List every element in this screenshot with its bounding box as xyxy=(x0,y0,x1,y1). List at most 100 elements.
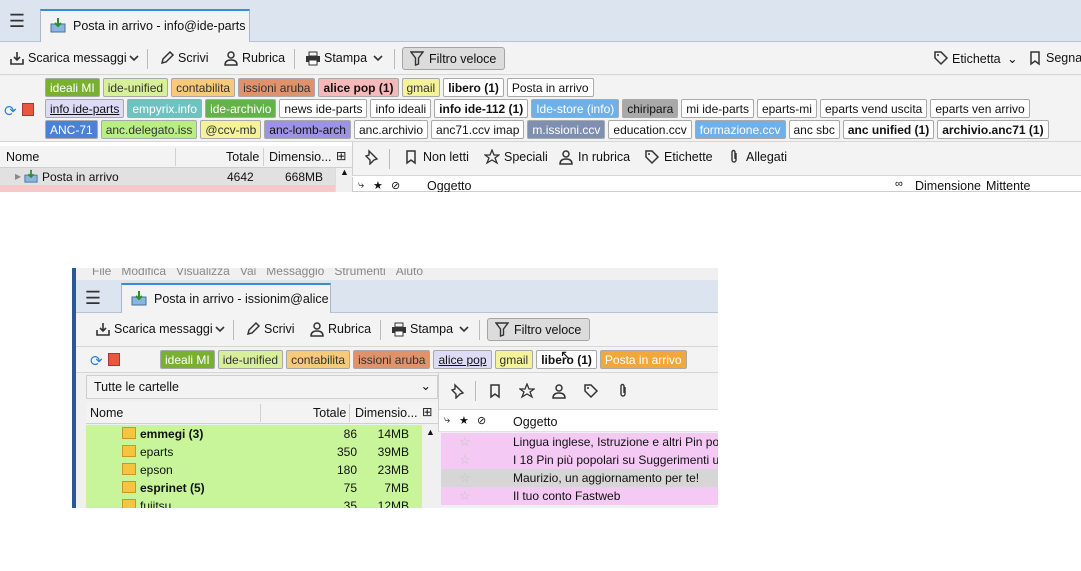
qf-sticky-button[interactable] xyxy=(361,147,383,169)
contact-icon[interactable] xyxy=(551,383,567,399)
tag-button[interactable]: eparts-mi xyxy=(756,99,817,118)
quick-filter-button[interactable]: Filtro veloce xyxy=(402,47,506,70)
tag-button[interactable]: ANC-71 xyxy=(45,120,98,139)
tag-button[interactable]: contabilita xyxy=(286,350,351,369)
paperclip-icon[interactable] xyxy=(615,383,631,399)
tag-button[interactable]: issioni aruba xyxy=(353,350,431,369)
menu-item[interactable]: Messaggio xyxy=(266,268,324,278)
attach-col-icon[interactable]: ⊘ xyxy=(391,179,400,192)
tag-button[interactable]: ide-unified xyxy=(217,350,284,369)
print-dropdown-chevron-icon[interactable] xyxy=(370,47,386,70)
addressbook-small-icon[interactable] xyxy=(107,353,120,366)
tag-button[interactable]: gmail xyxy=(494,350,534,369)
thread-col-icon[interactable]: ⤷ xyxy=(444,414,450,427)
download-messages-button[interactable]: Scarica messaggi xyxy=(90,318,219,341)
col-name-header[interactable]: Nome xyxy=(6,150,39,164)
thread-col-icon[interactable]: ⤷ xyxy=(358,179,364,192)
col-subject-header[interactable]: Oggetto xyxy=(427,179,471,192)
folder-scrollbar[interactable]: ▲ xyxy=(335,167,352,192)
sync-icon[interactable]: ⟳ xyxy=(90,352,103,370)
col-subject-header[interactable]: Oggetto xyxy=(513,415,557,429)
qf-tags-button[interactable]: Etichette xyxy=(642,147,713,169)
scroll-up-icon[interactable]: ▲ xyxy=(426,427,435,437)
tag-button[interactable]: chiripara xyxy=(622,99,679,118)
star-icon[interactable]: ☆ xyxy=(459,488,471,504)
folder-mode-select[interactable]: Tutte le cartelle ⌄ xyxy=(86,375,438,399)
tag-button[interactable]: gmail xyxy=(401,78,441,97)
tag-button[interactable]: mi ide-parts xyxy=(681,99,754,118)
tag-button[interactable]: formazione.ccv xyxy=(694,120,786,139)
star-col-icon[interactable]: ★ xyxy=(373,179,383,192)
column-picker-icon[interactable]: ⊞ xyxy=(422,404,432,419)
menu-item[interactable]: Visualizza xyxy=(176,268,230,278)
folder-row[interactable]: fujitsu 35 12MB xyxy=(86,497,437,508)
write-button[interactable]: Scrivi xyxy=(240,318,301,341)
message-row[interactable]: ☆ I 18 Pin più popolari su Suggerimenti u… xyxy=(441,451,718,469)
folder-scrollbar[interactable]: ▲ xyxy=(421,425,438,508)
tag-button[interactable]: libero (1) xyxy=(443,78,504,97)
menu-hamburger-icon[interactable]: ☰ xyxy=(82,289,104,309)
tag-button[interactable]: Etichetta ⌄ xyxy=(928,47,1024,70)
mark-button[interactable]: Segna xyxy=(1022,47,1081,70)
tag-button[interactable]: alice pop xyxy=(433,350,492,369)
write-button[interactable]: Scrivi xyxy=(154,47,215,70)
tag-button[interactable]: issioni aruba xyxy=(238,78,316,97)
qf-attach-button[interactable]: Allegati xyxy=(724,147,787,169)
star-icon[interactable]: ☆ xyxy=(459,452,471,468)
print-button[interactable]: Stampa xyxy=(300,47,373,70)
folder-row[interactable]: emmegi (3) 86 14MB xyxy=(86,425,437,443)
download-messages-button[interactable]: Scarica messaggi xyxy=(4,47,133,70)
sync-icon[interactable]: ⟳ xyxy=(4,102,17,120)
tag-button[interactable]: eparts vend uscita xyxy=(819,99,928,118)
star-icon[interactable]: ☆ xyxy=(459,434,471,450)
menu-item[interactable]: File xyxy=(92,268,111,278)
col-size-header[interactable]: Dimensione xyxy=(915,179,981,192)
tag-button[interactable]: Posta in arrivo xyxy=(599,350,687,369)
tag-button[interactable]: alice pop (1) xyxy=(318,78,399,97)
tag-button[interactable]: anc.archivio xyxy=(353,120,429,139)
tag-button[interactable]: contabilita xyxy=(171,78,236,97)
col-name-header[interactable]: Nome xyxy=(90,406,123,420)
menu-item[interactable]: Aiuto xyxy=(396,268,423,278)
quick-filter-button[interactable]: Filtro veloce xyxy=(487,318,591,341)
star-col-icon[interactable]: ★ xyxy=(459,414,469,427)
tag-button[interactable]: m.issioni.ccv xyxy=(527,120,606,139)
tag-button[interactable]: education.ccv xyxy=(608,120,692,139)
message-row[interactable]: ☆ Il tuo conto Fastweb xyxy=(441,487,718,505)
tag-button[interactable]: anc unified (1) xyxy=(842,120,935,139)
tag-button[interactable]: anc.delegato.iss xyxy=(100,120,198,139)
print-dropdown-chevron-icon[interactable] xyxy=(456,318,472,341)
folder-row-inbox[interactable]: ▸ Posta in arrivo 4642 668MB xyxy=(0,168,335,185)
top-tab-inbox[interactable]: Posta in arrivo - info@ide-parts xyxy=(40,9,250,42)
col-size-header[interactable]: Dimensio... xyxy=(355,406,418,420)
message-row[interactable]: ☆ Maurizio, un aggiornamento per te! xyxy=(441,469,718,487)
tag-button[interactable]: anc71.ccv imap xyxy=(431,120,525,139)
star-icon[interactable]: ☆ xyxy=(459,470,471,486)
tag-button[interactable]: Ide-store (info) xyxy=(531,99,620,118)
menu-item[interactable]: Modifica xyxy=(121,268,166,278)
download-dropdown-chevron-icon[interactable] xyxy=(212,318,228,341)
menu-item[interactable]: Strumenti xyxy=(334,268,385,278)
tag-button[interactable]: anc-lomb-arch xyxy=(264,120,351,139)
tag-button[interactable]: anc sbc xyxy=(788,120,840,139)
tag-button[interactable]: ideali MI xyxy=(45,78,100,97)
tag-button[interactable]: ide-archivio xyxy=(205,99,277,118)
qf-contact-button[interactable]: In rubrica xyxy=(556,147,630,169)
thread-toggle-icon[interactable]: ∞ xyxy=(895,178,903,190)
qf-unread-button[interactable]: Non letti xyxy=(401,147,469,169)
print-button[interactable]: Stampa xyxy=(386,318,459,341)
tag-button[interactable]: ide-unified xyxy=(102,78,169,97)
download-dropdown-chevron-icon[interactable] xyxy=(126,47,142,70)
tag-button[interactable]: news ide-parts xyxy=(279,99,368,118)
menu-hamburger-icon[interactable]: ☰ xyxy=(6,12,28,32)
tag-button[interactable]: Posta in arrivo xyxy=(506,78,594,97)
column-picker-icon[interactable]: ⊞ xyxy=(336,148,346,163)
tag-button[interactable]: archivio.anc71 (1) xyxy=(937,120,1049,139)
pin-icon[interactable] xyxy=(449,383,465,399)
col-total-header[interactable]: Totale xyxy=(313,406,346,420)
qf-starred-button[interactable]: Speciali xyxy=(482,147,548,169)
tag-button[interactable]: eparts ven arrivo xyxy=(930,99,1030,118)
tag-button[interactable]: @ccv-mb xyxy=(200,120,262,139)
scroll-up-icon[interactable]: ▲ xyxy=(340,167,349,177)
folder-row[interactable]: epson 180 23MB xyxy=(86,461,437,479)
